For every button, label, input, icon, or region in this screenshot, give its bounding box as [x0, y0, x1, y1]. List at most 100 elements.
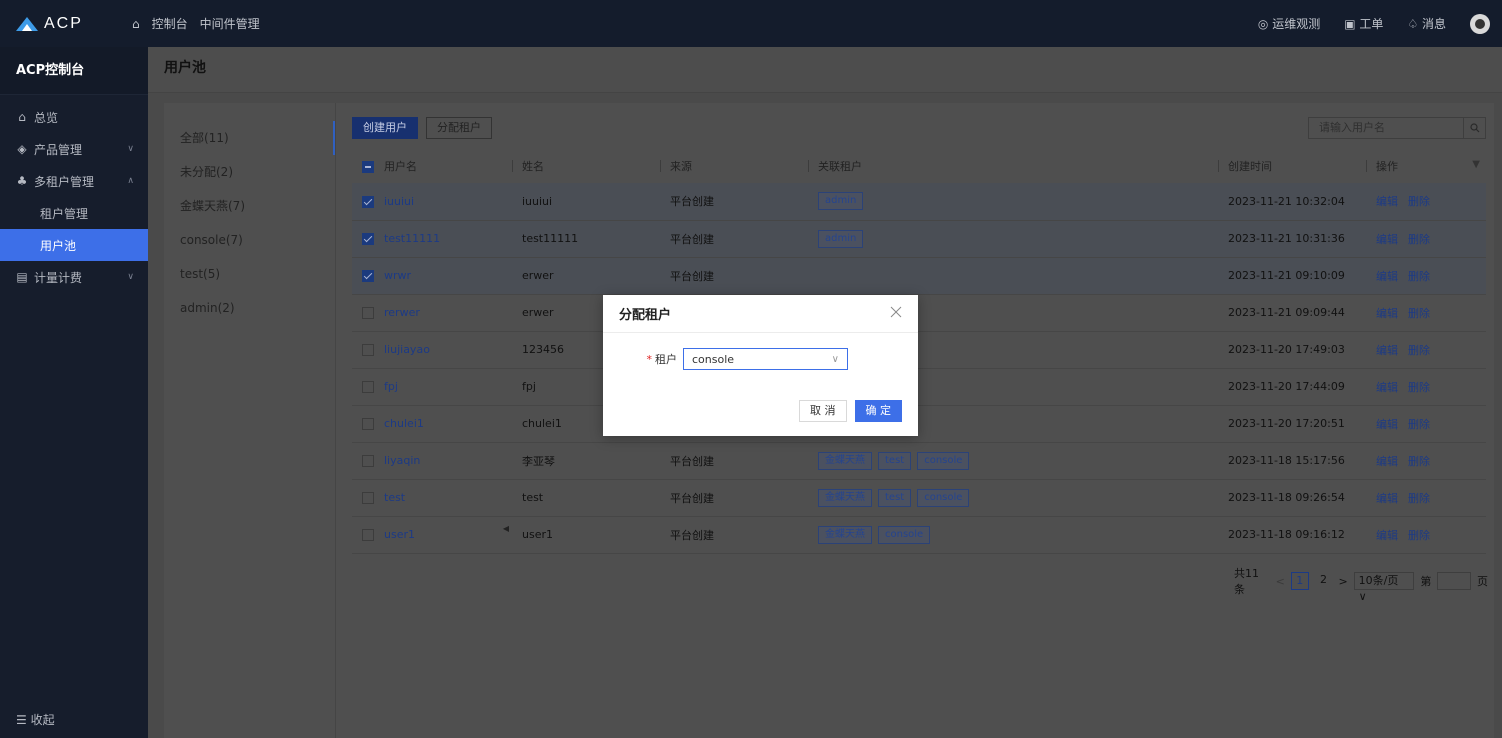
tenant-filter-kingdee[interactable]: 金蝶天燕(7): [164, 189, 335, 223]
nav-middleware[interactable]: 中间件管理: [200, 15, 260, 32]
delete-link[interactable]: 删除: [1408, 455, 1430, 468]
table-row: liujiayao123456console2023-11-20 17:49:0…: [352, 331, 1486, 369]
cell-username: fpj: [352, 368, 512, 406]
cell-tenants: [808, 257, 1218, 295]
delete-link[interactable]: 删除: [1408, 307, 1430, 320]
edit-link[interactable]: 编辑: [1376, 307, 1398, 320]
edit-link[interactable]: 编辑: [1376, 418, 1398, 431]
collapse-label: 收起: [30, 713, 55, 727]
ticket-link[interactable]: ▣ 工单: [1344, 15, 1383, 32]
username-link[interactable]: rerwer: [384, 306, 420, 319]
cell-username: liujiayao: [352, 331, 512, 369]
cell-tenants: 金蝶天燕 console: [808, 516, 1218, 554]
pager-total: 共11条: [1234, 567, 1259, 596]
row-checkbox[interactable]: [362, 455, 374, 467]
username-link[interactable]: wrwr: [384, 269, 411, 282]
tenant-filter-console[interactable]: console(7): [164, 223, 335, 257]
cell-source: 平台创建: [660, 479, 808, 517]
username-link[interactable]: chulei1: [384, 417, 424, 430]
delete-link[interactable]: 删除: [1408, 529, 1430, 542]
sidebar-item-overview[interactable]: ⌂ 总览: [0, 101, 148, 133]
cell-created: 2023-11-21 09:10:09: [1218, 257, 1366, 295]
row-checkbox[interactable]: [362, 418, 374, 430]
column-label: 用户名: [384, 160, 417, 173]
column-created: 创建时间: [1218, 149, 1366, 183]
username-link[interactable]: liujiayao: [384, 343, 430, 356]
cancel-button[interactable]: 取 消: [799, 400, 847, 422]
delete-link[interactable]: 删除: [1408, 195, 1430, 208]
username-link[interactable]: fpj: [384, 380, 398, 393]
search-input[interactable]: [1309, 118, 1463, 138]
sidebar-collapse-button[interactable]: ☰ 收起: [16, 711, 55, 728]
tenant-select[interactable]: console ∨: [683, 348, 848, 370]
delete-link[interactable]: 删除: [1408, 418, 1430, 431]
tenant-filter-all[interactable]: 全部(11): [164, 121, 335, 155]
cell-tenants: 金蝶天燕 test console: [808, 442, 1218, 480]
assign-tenant-button[interactable]: 分配租户: [426, 117, 492, 139]
edit-link[interactable]: 编辑: [1376, 529, 1398, 542]
edit-link[interactable]: 编辑: [1376, 381, 1398, 394]
delete-link[interactable]: 删除: [1408, 270, 1430, 283]
confirm-button[interactable]: 确 定: [854, 400, 902, 422]
pager-page-2[interactable]: 2: [1315, 572, 1333, 590]
username-link[interactable]: iuuiui: [384, 195, 414, 208]
username-link[interactable]: test11111: [384, 232, 440, 245]
tenant-field-row: * 租户 console ∨: [603, 348, 918, 370]
table-row: rerwer erwer 2023-11-21 09:09:44 编辑 删除: [352, 294, 1486, 332]
avatar[interactable]: [1470, 13, 1490, 34]
sidebar-item-product[interactable]: ◈ 产品管理 ∨: [0, 133, 148, 165]
create-user-button[interactable]: 创建用户: [352, 117, 418, 139]
cell-created: 2023-11-18 15:17:56: [1218, 442, 1366, 480]
message-link[interactable]: ♤ 消息: [1407, 15, 1446, 32]
delete-link[interactable]: 删除: [1408, 233, 1430, 246]
observe-icon: ◎: [1257, 16, 1269, 31]
delete-link[interactable]: 删除: [1408, 492, 1430, 505]
row-checkbox[interactable]: [362, 344, 374, 356]
delete-link[interactable]: 删除: [1408, 344, 1430, 357]
edit-link[interactable]: 编辑: [1376, 233, 1398, 246]
page-size-select[interactable]: 10条/页 ∨: [1353, 572, 1415, 603]
row-checkbox[interactable]: [362, 529, 374, 541]
home-icon[interactable]: ⌂: [132, 17, 140, 31]
page-title: 用户池: [164, 60, 206, 76]
pager-goto-label: 第: [1420, 575, 1432, 588]
delete-link[interactable]: 删除: [1408, 381, 1430, 394]
close-icon[interactable]: [890, 306, 902, 322]
tenant-filter-test[interactable]: test(5): [164, 257, 335, 291]
username-link[interactable]: test: [384, 491, 405, 504]
row-checkbox[interactable]: [362, 270, 374, 282]
acp-logo[interactable]: ACP: [0, 15, 132, 33]
tenant-filter-unassigned[interactable]: 未分配(2): [164, 155, 335, 189]
row-checkbox[interactable]: [362, 492, 374, 504]
username-link[interactable]: liyaqin: [384, 454, 420, 467]
row-checkbox[interactable]: [362, 195, 374, 208]
edit-link[interactable]: 编辑: [1376, 270, 1398, 283]
cell-created: 2023-11-18 09:26:54: [1218, 479, 1366, 517]
pager-goto-input[interactable]: [1437, 572, 1471, 590]
cell-actions: 编辑 删除: [1366, 405, 1486, 443]
sidebar-item-tenant-manage[interactable]: 租户管理: [0, 197, 148, 229]
page-size-value: 10条/页: [1358, 574, 1399, 587]
search-icon[interactable]: [1463, 118, 1485, 138]
pager-next-icon[interactable]: >: [1338, 575, 1347, 588]
edit-link[interactable]: 编辑: [1376, 344, 1398, 357]
sidebar-item-billing[interactable]: ▤ 计量计费 ∨: [0, 261, 148, 293]
row-checkbox[interactable]: [362, 233, 374, 245]
ops-observe-link[interactable]: ◎ 运维观测: [1258, 15, 1320, 32]
row-checkbox[interactable]: [362, 381, 374, 393]
sidebar-item-multitenant[interactable]: ♣ 多租户管理 ∧: [0, 165, 148, 197]
edit-link[interactable]: 编辑: [1376, 492, 1398, 505]
sidebar-item-label: 多租户管理: [34, 174, 95, 189]
edit-link[interactable]: 编辑: [1376, 195, 1398, 208]
tenant-filter-admin[interactable]: admin(2): [164, 291, 335, 325]
filter-icon[interactable]: ▼: [1472, 159, 1480, 170]
select-all-checkbox[interactable]: [362, 161, 374, 173]
panel-collapse-handle[interactable]: ◀: [500, 518, 512, 538]
sidebar-item-user-pool[interactable]: 用户池: [0, 229, 148, 261]
nav-console[interactable]: 控制台: [152, 15, 188, 32]
pager-page-1[interactable]: 1: [1290, 572, 1309, 590]
username-link[interactable]: user1: [384, 528, 415, 541]
pager-prev-icon[interactable]: <: [1276, 575, 1285, 588]
row-checkbox[interactable]: [362, 307, 374, 319]
edit-link[interactable]: 编辑: [1376, 455, 1398, 468]
